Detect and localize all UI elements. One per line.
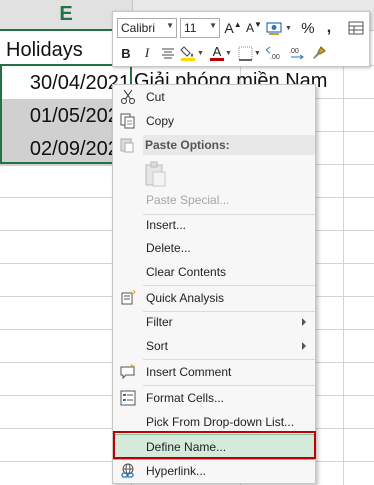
menu-item-label: Pick From Drop-down List... [146, 415, 295, 429]
table-format-icon [348, 21, 364, 35]
menu-item-label: Hyperlink... [146, 464, 207, 478]
paste-options-label: Paste Options: [145, 138, 230, 152]
format-painter-table-button[interactable] [347, 18, 365, 38]
quick-analysis-icon [119, 289, 137, 307]
paste-options-icon [119, 137, 137, 155]
mini-toolbar-row-1: Calibri ▼ 11 ▼ A ▲ A ▼ ▼ % , [117, 16, 368, 40]
font-color-button[interactable]: A ▼ [209, 43, 232, 63]
menu-separator [143, 359, 315, 360]
align-center-button[interactable] [159, 43, 177, 63]
menu-item-label: Filter [146, 315, 173, 329]
chevron-down-icon: ▼ [224, 49, 232, 57]
borders-button[interactable]: ▼ [238, 43, 261, 63]
italic-label: I [144, 45, 150, 60]
menu-item-label: Insert Comment [146, 365, 232, 379]
fill-color-button[interactable]: ▼ [180, 43, 204, 63]
cell-text: Holidays [6, 38, 83, 61]
italic-button[interactable]: I [138, 43, 156, 63]
font-color-glyph: A [209, 44, 224, 61]
menu-item-insert-comment[interactable]: Insert Comment [114, 361, 314, 383]
menu-item-label: Cut [146, 90, 165, 104]
chevron-down-icon: ▼ [209, 21, 217, 30]
menu-item-label: Paste Special... [146, 193, 230, 207]
menu-item-paste-special[interactable]: Paste Special... [114, 189, 314, 211]
borders-icon [238, 46, 253, 61]
decrease-font-label: A [246, 21, 255, 35]
font-size-value: 11 [184, 21, 197, 35]
menu-item-label: Copy [146, 114, 175, 128]
chevron-down-icon: ▼ [253, 49, 261, 57]
mini-toolbar-row-2: B I ▼ A ▼ ▼ .00 .00 [117, 41, 331, 65]
menu-item-insert[interactable]: Insert... [114, 214, 314, 236]
menu-item-label: Quick Analysis [146, 291, 225, 305]
font-color-label: A [212, 44, 222, 59]
menu-item-cut[interactable]: Cut [114, 86, 314, 108]
gridline [343, 31, 344, 485]
hyperlink-icon [119, 462, 137, 480]
clipboard-paste-icon [143, 161, 169, 187]
chevron-down-icon: ▼ [285, 24, 292, 32]
column-letter: E [59, 3, 73, 25]
increase-decimal-icon: .00 [265, 46, 280, 61]
font-size-combo[interactable]: 11 ▼ [180, 18, 220, 38]
paintbrush-icon [312, 46, 326, 59]
mini-toolbar: Calibri ▼ 11 ▼ A ▲ A ▼ ▼ % , B I ▼ A ▼ ▼… [112, 11, 370, 67]
font-name-combo[interactable]: Calibri ▼ [117, 18, 177, 38]
menu-item-label: Delete... [146, 241, 191, 255]
menu-separator [143, 385, 315, 386]
font-color-swatch [209, 58, 224, 61]
svg-text:.00: .00 [270, 54, 280, 61]
decrease-decimal-icon: .00 [289, 48, 304, 60]
bold-label: B [121, 45, 131, 61]
menu-item-label: Define Name... [146, 440, 227, 454]
menu-item-clear-contents[interactable]: Clear Contents [114, 261, 314, 283]
accounting-format-icon [266, 22, 282, 35]
menu-item-hyperlink[interactable]: Hyperlink... [114, 460, 314, 482]
context-menu: Cut Copy Paste Options: Paste Special...… [112, 84, 316, 484]
percent-style-button[interactable]: % [299, 18, 317, 38]
font-name-value: Calibri [121, 21, 156, 35]
accounting-format-button[interactable]: ▼ [266, 18, 292, 38]
percent-label: % [301, 19, 315, 37]
submenu-arrow-icon [302, 342, 306, 350]
increase-decimal-button[interactable]: .00 [264, 43, 284, 63]
menu-item-label: Insert... [146, 218, 187, 232]
increase-font-label: A [224, 20, 234, 36]
menu-item-define-name[interactable]: Define Name... [113, 434, 315, 460]
menu-separator [143, 285, 315, 286]
menu-item-pick-from-dropdown[interactable]: Pick From Drop-down List... [114, 411, 314, 433]
chevron-down-icon: ▼ [197, 49, 204, 57]
chevron-down-icon: ▼ [166, 21, 174, 30]
menu-item-label: Sort [146, 339, 169, 353]
menu-item-label: Format Cells... [146, 391, 225, 405]
comment-icon [119, 363, 137, 381]
paint-bucket-icon [180, 46, 195, 61]
menu-item-quick-analysis[interactable]: Quick Analysis [114, 287, 314, 309]
paste-options-header: Paste Options: [143, 135, 315, 155]
format-cells-icon [119, 389, 137, 407]
menu-item-format-cells[interactable]: Format Cells... [114, 387, 314, 409]
scissors-icon [119, 88, 137, 106]
comma-label: , [326, 19, 332, 36]
copy-icon [119, 112, 137, 130]
submenu-arrow-icon [302, 318, 306, 326]
menu-item-filter[interactable]: Filter [114, 311, 314, 333]
decrease-decimal-button[interactable]: .00 [287, 43, 307, 63]
menu-item-label: Clear Contents [146, 265, 227, 279]
svg-text:.00: .00 [289, 48, 299, 55]
format-painter-button[interactable] [310, 43, 328, 63]
menu-item-copy[interactable]: Copy [114, 110, 314, 132]
menu-item-sort[interactable]: Sort [114, 335, 314, 357]
bold-button[interactable]: B [117, 43, 135, 63]
caret-up-icon: ▲ [233, 19, 242, 29]
comma-style-button[interactable]: , [320, 18, 338, 38]
increase-font-size-button[interactable]: A ▲ [224, 18, 242, 38]
align-center-icon [162, 48, 174, 59]
menu-item-delete[interactable]: Delete... [114, 237, 314, 259]
caret-down-icon: ▼ [254, 19, 262, 29]
decrease-font-size-button[interactable]: A ▼ [245, 18, 263, 38]
